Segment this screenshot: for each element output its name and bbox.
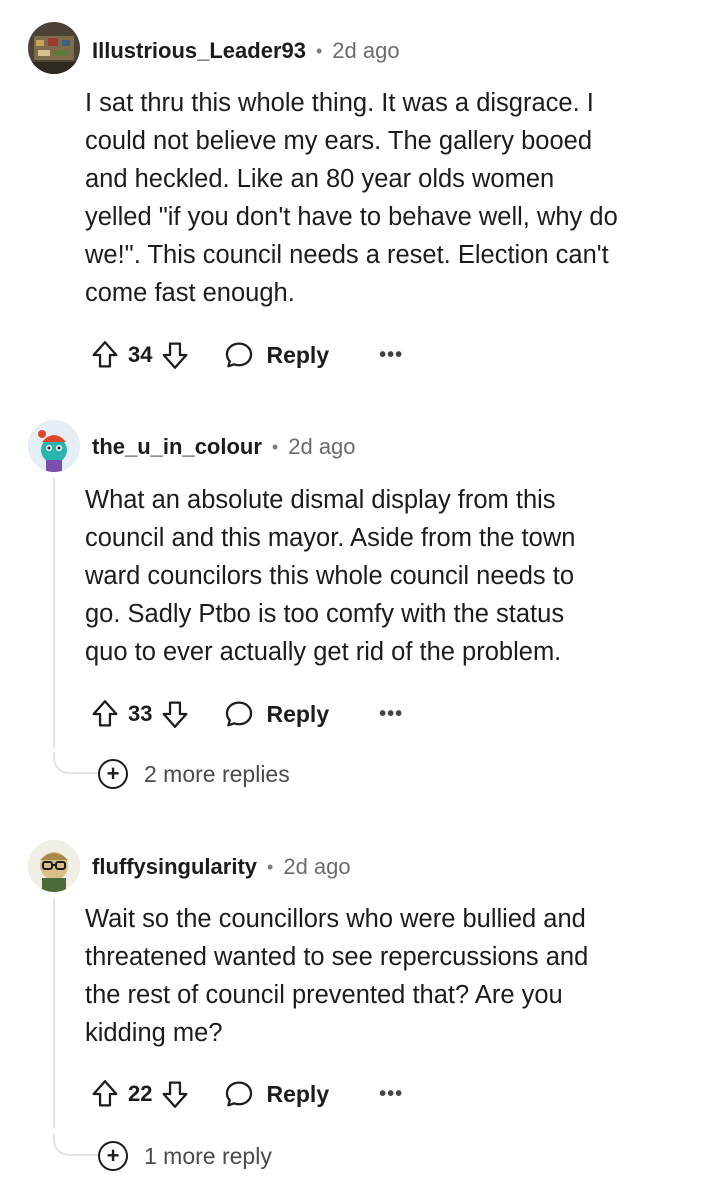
avatar[interactable] <box>28 420 80 472</box>
speech-bubble-icon <box>222 338 256 372</box>
vote-score: 22 <box>128 1081 153 1106</box>
comment-line: could not believe my ears. The gallery b… <box>85 127 592 155</box>
avatar[interactable] <box>28 840 80 892</box>
comment-line: What an absolute dismal display from thi… <box>85 486 556 514</box>
thread-line <box>53 1134 99 1156</box>
reply-button[interactable]: Reply <box>222 697 329 731</box>
plus-circle-icon: + <box>98 759 128 789</box>
upvote-icon[interactable] <box>88 697 122 731</box>
avatar[interactable] <box>28 22 80 74</box>
comment-line: Wait so the councillors who were bullied… <box>85 905 586 933</box>
more-options-icon[interactable]: ••• <box>379 703 403 726</box>
more-replies-label: 1 more reply <box>144 1142 272 1169</box>
timestamp: 2d ago <box>332 38 400 63</box>
comment-line: come fast enough. <box>85 279 295 307</box>
more-options-icon[interactable]: ••• <box>379 1083 403 1106</box>
speech-bubble-icon <box>222 1077 256 1111</box>
downvote-icon[interactable] <box>158 1077 192 1111</box>
more-replies-label: 2 more replies <box>144 760 290 787</box>
comment-line: and heckled. Like an 80 year olds women <box>85 165 555 193</box>
thread-line <box>53 752 99 774</box>
comment-line: council and this mayor. Aside from the t… <box>85 524 576 552</box>
comment-body: I sat thru this whole thing. It was a di… <box>85 84 685 312</box>
username[interactable]: Illustrious_Leader93 <box>92 38 306 64</box>
reply-button[interactable]: Reply <box>222 1077 329 1111</box>
timestamp: 2d ago <box>283 854 351 879</box>
comment-line: we!". This council needs a reset. Electi… <box>85 241 609 269</box>
downvote-icon[interactable] <box>158 697 192 731</box>
reply-label: Reply <box>266 700 330 727</box>
speech-bubble-icon <box>222 697 256 731</box>
thread-line <box>53 478 55 748</box>
thread-line <box>53 898 55 1128</box>
timestamp: 2d ago <box>288 434 356 459</box>
comment-line: ward councilors this whole council needs… <box>85 562 575 590</box>
downvote-icon[interactable] <box>158 338 192 372</box>
upvote-icon[interactable] <box>88 338 122 372</box>
separator-dot: • <box>267 856 274 877</box>
comment-line: go. Sadly Ptbo is too comfy with the sta… <box>85 600 565 628</box>
comment-actions: 22 Reply ••• <box>88 1074 403 1114</box>
comment-line: I sat thru this whole thing. It was a di… <box>85 89 594 117</box>
plus-circle-icon: + <box>98 1141 128 1171</box>
comment-line: the rest of council prevented that? Are … <box>85 981 563 1009</box>
more-options-icon[interactable]: ••• <box>379 344 403 367</box>
comment-line: threatened wanted to see repercussions a… <box>85 943 589 971</box>
reply-label: Reply <box>266 1080 330 1107</box>
reply-button[interactable]: Reply <box>222 338 329 372</box>
comment-line: yelled "if you don't have to behave well… <box>85 203 618 231</box>
vote-score: 33 <box>128 701 153 726</box>
more-replies-button[interactable]: + 1 more reply <box>98 1138 272 1174</box>
more-replies-button[interactable]: + 2 more replies <box>98 756 290 792</box>
vote-score: 34 <box>128 342 153 367</box>
comment-body: Wait so the councillors who were bullied… <box>85 900 685 1052</box>
comment-actions: 33 Reply ••• <box>88 694 403 734</box>
upvote-icon[interactable] <box>88 1077 122 1111</box>
separator-dot: • <box>271 436 279 457</box>
comment-line: quo to ever actually get rid of the prob… <box>85 638 562 666</box>
comment-actions: 34 Reply ••• <box>88 335 403 375</box>
comment-line: kidding me? <box>85 1019 223 1047</box>
separator-dot: • <box>315 40 323 61</box>
username[interactable]: the_u_in_colour <box>92 434 262 460</box>
comment-body: What an absolute dismal display from thi… <box>85 481 685 671</box>
username[interactable]: fluffysingularity <box>92 854 257 880</box>
reply-label: Reply <box>266 341 330 368</box>
